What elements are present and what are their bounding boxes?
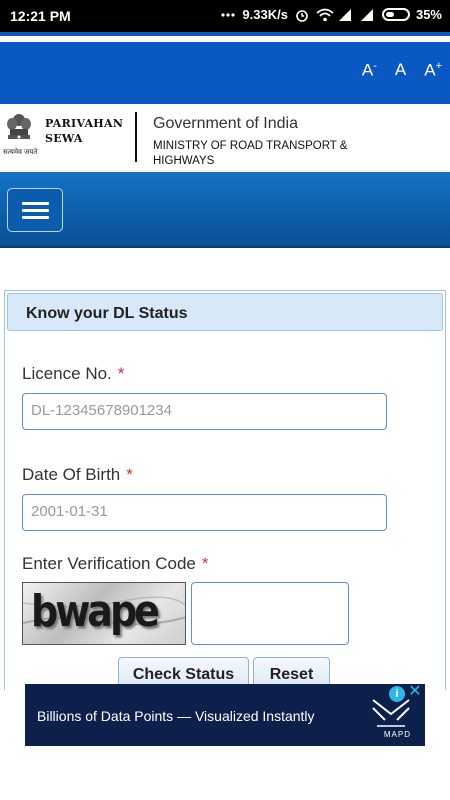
- required-mark: *: [117, 364, 125, 383]
- wifi-icon: [316, 8, 334, 22]
- brand-header: सत्यमेव जयते PARIVAHAN SEWA Government o…: [0, 104, 450, 172]
- font-normal-button[interactable]: A: [395, 60, 406, 81]
- signal-1-icon: [338, 8, 354, 22]
- required-mark: *: [201, 554, 209, 573]
- ministry-line2: HIGHWAYS: [153, 155, 215, 167]
- ad-brand: MAPD: [383, 730, 411, 739]
- ad-info-icon[interactable]: i: [389, 686, 405, 702]
- panel-title: Know your DL Status: [26, 305, 188, 322]
- licence-number-input[interactable]: DL-12345678901234: [22, 393, 387, 430]
- ad-banner[interactable]: Billions of Data Points — Visualized Ins…: [25, 684, 425, 746]
- captcha-image: bwape: [22, 582, 186, 645]
- emblem-caption: सत्यमेव जयते: [3, 148, 38, 156]
- parivahan-logo-text: PARIVAHAN SEWA: [45, 116, 123, 146]
- font-decrease-label: A: [361, 60, 374, 80]
- required-mark: *: [126, 465, 133, 484]
- menu-line-icon: [22, 209, 49, 212]
- dob-label: Date Of Birth *: [22, 465, 133, 485]
- government-label: Government of India: [153, 115, 298, 132]
- mapd-logo-icon: [371, 696, 411, 732]
- date-of-birth-input[interactable]: 2001-01-31: [22, 494, 387, 531]
- captcha-text: bwape: [31, 585, 160, 637]
- hamburger-menu-button[interactable]: [7, 188, 63, 232]
- ministry-label: MINISTRY OF ROAD TRANSPORT & HIGHWAYS: [153, 139, 373, 169]
- alarm-icon: [294, 8, 310, 22]
- more-dots-icon: [220, 8, 236, 22]
- status-bar: 12:21 PM 9.33K/s 35%: [0, 0, 450, 32]
- ad-close-icon[interactable]: ✕: [407, 684, 423, 700]
- ad-text: Billions of Data Points — Visualized Ins…: [37, 708, 315, 724]
- header-band: A- A A+: [0, 32, 450, 104]
- font-increase-sup: +: [435, 60, 442, 72]
- nav-bar: [0, 172, 450, 248]
- status-icons: 9.33K/s 35%: [220, 7, 442, 22]
- national-emblem-icon: [6, 112, 32, 148]
- panel-header: Know your DL Status: [7, 293, 443, 331]
- menu-line-icon: [22, 216, 49, 219]
- brand-divider: [135, 112, 137, 162]
- licence-label-text: Licence No.: [22, 364, 112, 383]
- font-decrease-button[interactable]: A-: [362, 60, 377, 81]
- verification-code-input[interactable]: [191, 582, 349, 645]
- battery-percent: 35%: [415, 7, 442, 22]
- signal-2-icon: [360, 8, 376, 22]
- font-increase-button[interactable]: A+: [424, 60, 442, 81]
- verification-label: Enter Verification Code *: [22, 554, 209, 574]
- screen: 12:21 PM 9.33K/s 35% A- A A+ सत्यमेव जयत…: [0, 0, 450, 800]
- network-speed: 9.33K/s: [242, 7, 288, 22]
- verification-label-text: Enter Verification Code: [22, 554, 196, 573]
- battery-icon: [381, 8, 410, 21]
- brand-name-line2: SEWA: [45, 132, 83, 145]
- ministry-line1: MINISTRY OF ROAD TRANSPORT &: [153, 140, 348, 152]
- licence-label: Licence No. *: [22, 364, 124, 384]
- brand-name-line1: PARIVAHAN: [45, 117, 124, 130]
- header-stripe: [0, 36, 450, 42]
- font-size-controls: A- A A+: [362, 60, 442, 81]
- status-time: 12:21 PM: [10, 8, 71, 24]
- menu-line-icon: [22, 202, 49, 205]
- font-decrease-sup: -: [373, 60, 377, 72]
- dob-label-text: Date Of Birth: [22, 465, 121, 484]
- font-increase-label: A: [424, 60, 436, 80]
